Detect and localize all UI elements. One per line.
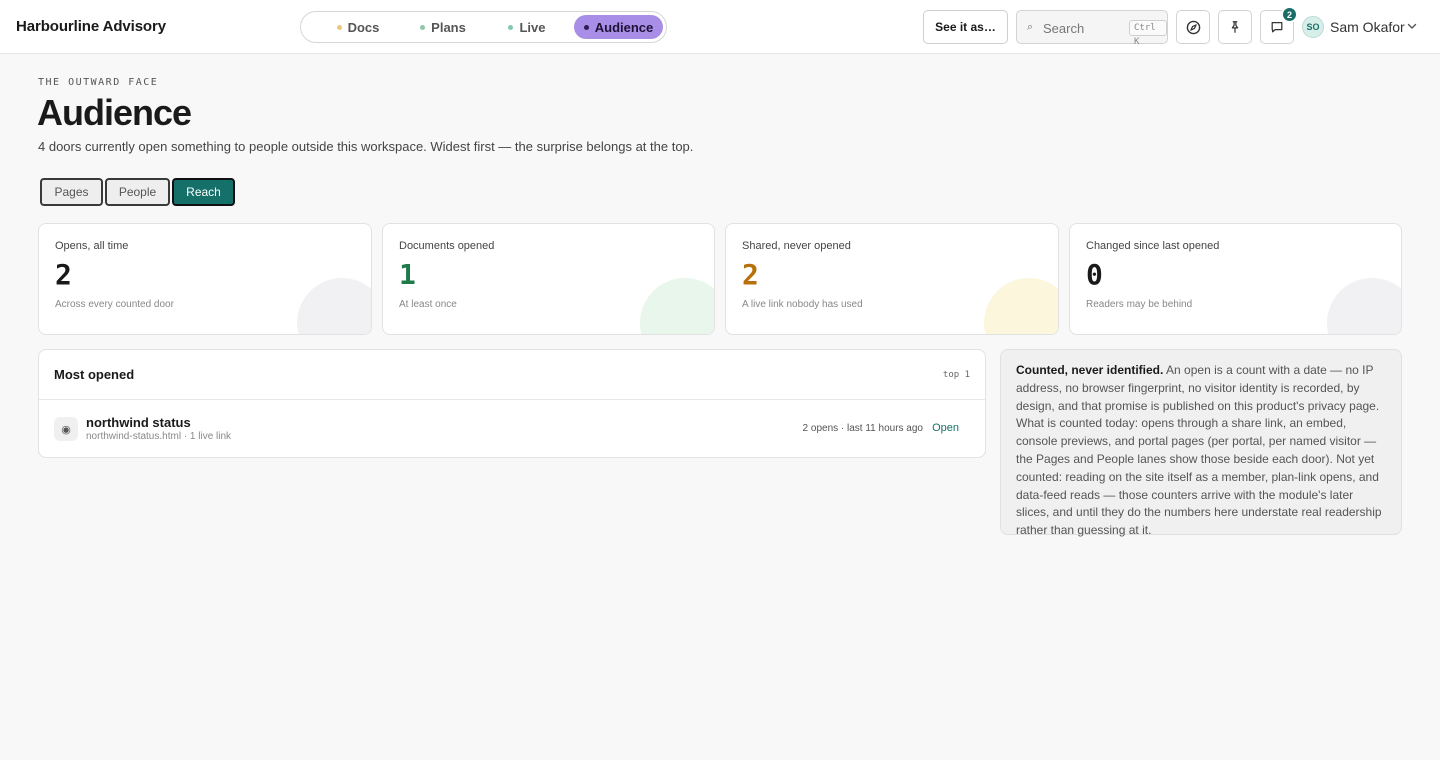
- comment-icon: [1271, 22, 1283, 33]
- avatar[interactable]: SO: [1302, 16, 1324, 38]
- radio-icon: ◉: [54, 417, 78, 441]
- panel-title: Most opened: [54, 367, 135, 382]
- decorative-circle: [1327, 278, 1401, 334]
- document-name[interactable]: northwind status: [86, 415, 191, 430]
- stat-card-documents-opened: Documents opened 1 At least once: [382, 223, 715, 335]
- stat-label: Documents opened: [399, 240, 495, 252]
- main-nav: Docs Plans Live Audience: [300, 11, 667, 43]
- stat-label: Opens, all time: [55, 240, 129, 252]
- nav-tab-label: Plans: [431, 19, 466, 35]
- page-title: Audience: [37, 92, 192, 133]
- divider: [39, 399, 985, 400]
- pin-icon: [1231, 21, 1239, 33]
- compass-icon: [1186, 20, 1200, 34]
- page-subtitle: 4 doors currently open something to peop…: [38, 139, 694, 154]
- status-dot-icon: [336, 24, 342, 30]
- segment-people[interactable]: People: [105, 178, 170, 206]
- nav-tab-label: Docs: [347, 19, 380, 35]
- search-shortcut: Ctrl K: [1129, 20, 1167, 47]
- brand-name[interactable]: Harbourline Advisory: [16, 18, 166, 35]
- status-dot-icon: [508, 24, 514, 30]
- decorative-circle: [984, 278, 1058, 334]
- note-body: An open is a count with a date — no IP a…: [1016, 363, 1382, 538]
- open-stats: 2 opens · last 11 hours ago: [802, 423, 923, 434]
- stat-value: 1: [399, 258, 416, 291]
- stat-card-changed: Changed since last opened 0 Readers may …: [1069, 223, 1402, 335]
- nav-tab-label: Audience: [594, 19, 654, 35]
- status-dot-icon: [583, 24, 589, 30]
- privacy-note: Counted, never identified. An open is a …: [1000, 349, 1402, 538]
- nav-tab-live[interactable]: Live: [491, 15, 563, 39]
- pin-button[interactable]: [1218, 10, 1252, 44]
- segment-pages[interactable]: Pages: [40, 178, 103, 206]
- note-lead: Counted, never identified.: [1016, 363, 1164, 377]
- search-icon: ⌕: [1027, 21, 1034, 33]
- stat-label: Changed since last opened: [1086, 240, 1220, 252]
- nav-tab-plans[interactable]: Plans: [403, 15, 483, 39]
- document-path: northwind-status.html · 1 live link: [86, 431, 232, 442]
- page-eyebrow: THE OUTWARD FACE: [38, 77, 159, 88]
- chevron-down-icon[interactable]: [1406, 20, 1418, 32]
- stat-value: 0: [1086, 258, 1103, 291]
- stat-value: 2: [742, 258, 759, 291]
- nav-tab-label: Live: [519, 19, 546, 35]
- open-link[interactable]: Open: [932, 422, 959, 434]
- stat-card-opens: Opens, all time 2 Across every counted d…: [38, 223, 372, 335]
- search-input[interactable]: ⌕ Search Ctrl K: [1016, 10, 1168, 47]
- stat-note: Readers may be behind: [1086, 299, 1193, 310]
- decorative-circle: [640, 278, 714, 334]
- most-opened-panel: Most opened top 1 ◉ northwind status nor…: [38, 349, 986, 458]
- nav-tab-docs[interactable]: Docs: [318, 15, 398, 39]
- comments-count-badge: 2: [1281, 6, 1298, 23]
- see-it-as-button[interactable]: See it as…: [923, 10, 1008, 44]
- stat-value: 2: [55, 258, 72, 291]
- nav-tab-audience[interactable]: Audience: [574, 15, 663, 39]
- stat-label: Shared, never opened: [742, 240, 851, 252]
- status-dot-icon: [420, 24, 426, 30]
- stat-note: A live link nobody has used: [742, 299, 863, 310]
- user-name[interactable]: Sam Okafor: [1330, 19, 1405, 35]
- panel-tag: top 1: [942, 370, 970, 380]
- stat-note: At least once: [399, 299, 457, 310]
- segment-reach[interactable]: Reach: [172, 178, 235, 206]
- stat-note: Across every counted door: [55, 299, 174, 310]
- top-bar: Harbourline Advisory Docs Plans Live Aud…: [0, 0, 1440, 54]
- compass-button[interactable]: [1176, 10, 1210, 44]
- stat-card-never-opened: Shared, never opened 2 A live link nobod…: [725, 223, 1059, 335]
- search-placeholder: Search: [1043, 21, 1085, 36]
- decorative-circle: [297, 278, 371, 334]
